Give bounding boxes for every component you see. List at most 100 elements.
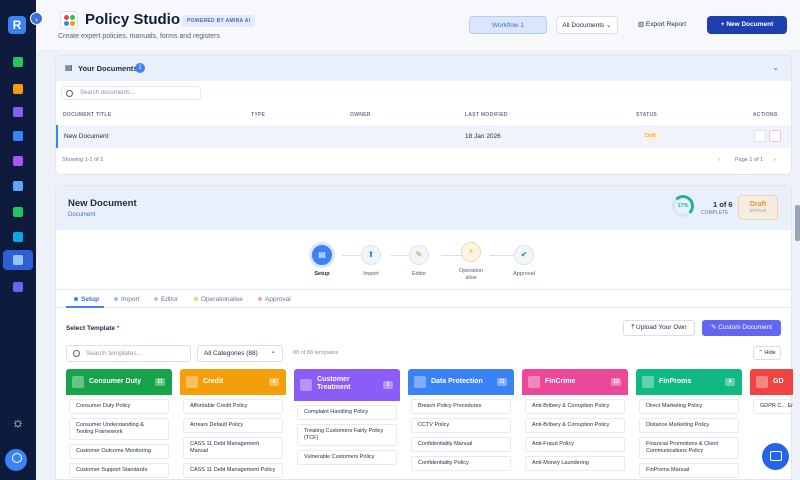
new-document-button[interactable]: + New Document — [707, 16, 787, 34]
user-avatar[interactable] — [5, 449, 27, 471]
category-icon — [642, 376, 654, 388]
template-item[interactable]: Anti-Bribery & Corruption Policy — [525, 418, 625, 433]
your-documents-panel: ▤ Your Documents 1 ⌄ Search documents...… — [55, 55, 792, 175]
category-header[interactable]: Data Protection 11 — [408, 369, 514, 395]
column-header-title[interactable]: DOCUMENT TITLE — [63, 112, 111, 118]
template-item[interactable]: Vulnerable Customers Policy — [297, 450, 397, 465]
step-setup[interactable]: ▤ Setup — [302, 245, 342, 278]
step-approval[interactable]: ✔ Approval — [504, 245, 544, 278]
document-search-input[interactable]: Search documents... — [61, 86, 201, 100]
tab-approval[interactable]: Approval — [258, 296, 291, 303]
editor-step-icon: ✎ — [409, 245, 429, 265]
category-header[interactable]: FinProms 4 — [636, 369, 742, 395]
tab-import[interactable]: Import — [114, 296, 139, 303]
rail-item-buildings[interactable] — [9, 80, 27, 98]
tab-setup[interactable]: Setup — [74, 296, 99, 303]
template-item[interactable]: Confidentiality Manual — [411, 437, 511, 452]
template-item[interactable]: Anti-Money Laundering — [525, 456, 625, 471]
template-item[interactable]: Distance Marketing Policy — [639, 418, 739, 433]
category-icon — [414, 376, 426, 388]
tab-label: Editor — [161, 296, 178, 303]
template-item[interactable]: GDPR C... Employe... — [753, 399, 793, 414]
category-header[interactable]: GD — [750, 369, 793, 395]
column-header-last-modified[interactable]: LAST MODIFIED — [465, 112, 508, 118]
tab-label: Approval — [265, 296, 291, 303]
column-header-owner[interactable]: OWNER — [350, 112, 371, 118]
template-item[interactable]: Anti-Fraud Policy — [525, 437, 625, 452]
table-row[interactable]: New Document 18 Jan 2026 Draft — [56, 125, 791, 148]
upload-label: Upload Your Own — [636, 324, 687, 331]
chat-button[interactable] — [762, 443, 789, 470]
doc-title-cell[interactable]: New Document — [64, 133, 108, 140]
template-item[interactable]: CCTV Policy — [411, 418, 511, 433]
prev-page-icon[interactable]: ‹ — [718, 157, 720, 163]
tab-operationalise[interactable]: Operationalise — [194, 296, 243, 303]
template-item[interactable]: FinProms Manual — [639, 463, 739, 478]
step-operationalise[interactable]: ⚡ Operationalise — [451, 242, 491, 282]
template-item[interactable]: Affordable Credit Policy — [183, 399, 283, 414]
download-icon[interactable] — [754, 130, 766, 142]
rail-item-shield[interactable] — [9, 127, 27, 145]
hide-button[interactable]: ⌃ Hide — [753, 346, 781, 360]
template-item[interactable]: Customer Support Standards — [69, 463, 169, 478]
column-header-type[interactable]: TYPE — [251, 112, 265, 118]
delete-icon[interactable] — [769, 130, 781, 142]
category-header[interactable]: Consumer Duty 11 — [66, 369, 172, 395]
rail-item-files[interactable] — [9, 152, 27, 170]
template-item[interactable]: Consumer Understanding & Testing Framewo… — [69, 418, 169, 440]
step-label: Approval — [513, 271, 535, 277]
new-document-panel: New Document Document 17% 1 of 6 COMPLET… — [55, 185, 793, 480]
progress-label: COMPLETE — [701, 210, 729, 216]
showing-count: Showing 1-1 of 1 — [62, 157, 104, 163]
category-header[interactable]: FinCrime 13 — [522, 369, 628, 395]
collapse-sidebar-button[interactable]: › — [30, 12, 43, 25]
document-filter-select[interactable]: All Documents ⌄ — [556, 16, 618, 34]
template-item[interactable]: CASS 11 Debt Management Manual — [183, 437, 283, 459]
rail-item-users[interactable] — [9, 103, 27, 121]
category-select[interactable]: All Categories (88) — [197, 344, 283, 362]
theme-toggle-sun-icon[interactable]: ☼ — [10, 414, 26, 430]
template-item[interactable]: Complaint Handling Policy — [297, 405, 397, 420]
step-import[interactable]: ⬆ Import — [351, 245, 391, 278]
template-item[interactable]: Financial Promotions & Client Communicat… — [639, 437, 739, 459]
category-count: 13 — [611, 378, 621, 386]
app-logo[interactable]: R — [8, 16, 26, 34]
rail-item-money[interactable] — [9, 203, 27, 221]
template-item[interactable]: Treating Customers Fairly Policy (TCF) — [297, 424, 397, 446]
status-box: Draft STATUS — [738, 195, 778, 220]
rail-item-reports[interactable] — [9, 278, 27, 296]
template-item[interactable]: Confidentiality Policy — [411, 456, 511, 471]
template-item[interactable]: Breach Policy Procedures — [411, 399, 511, 414]
progress-ring: 17% — [672, 195, 694, 217]
export-report-button[interactable]: ▥ Export Report — [631, 16, 693, 34]
category-column: Customer Treatment 3 Complaint Handling P… — [294, 369, 400, 480]
scrollbar-thumb[interactable] — [795, 205, 800, 241]
template-search-input[interactable]: Search templates... — [66, 345, 191, 362]
template-item[interactable]: Customer Outcome Monitoring — [69, 444, 169, 459]
rail-item-analytics[interactable] — [9, 228, 27, 246]
your-documents-header[interactable]: ▤ Your Documents 1 ⌄ — [56, 56, 791, 81]
template-item[interactable]: Arrears Default Policy — [183, 418, 283, 433]
required-asterisk: * — [116, 325, 120, 332]
custom-document-button[interactable]: ✎ Custom Document — [702, 320, 781, 336]
template-item[interactable]: CASS 11 Debt Management Policy — [183, 463, 283, 478]
category-header[interactable]: Credit 4 — [180, 369, 286, 395]
category-icon — [72, 376, 84, 388]
category-header[interactable]: Customer Treatment 3 — [294, 369, 400, 401]
workflow-button[interactable]: Workflow 1 — [469, 16, 547, 34]
next-page-icon[interactable]: › — [774, 157, 776, 163]
step-editor[interactable]: ✎ Editor — [399, 245, 439, 278]
category-column: Data Protection 11 Breach Policy Procedur… — [408, 369, 514, 480]
template-item[interactable]: Anti-Bribery & Corruption Policy — [525, 399, 625, 414]
left-nav-rail: R › ☼ — [0, 0, 43, 480]
rail-item-documents[interactable] — [9, 53, 27, 71]
collapse-chevron-icon[interactable]: ⌄ — [772, 63, 779, 72]
template-item[interactable]: Consumer Duty Policy — [69, 399, 169, 414]
template-item[interactable]: Direct Marketing Policy — [639, 399, 739, 414]
column-header-status[interactable]: STATUS — [636, 112, 657, 118]
check-icon: ✔ — [514, 245, 534, 265]
chevron-down-icon: ⌄ — [606, 22, 612, 29]
rail-item-dashboard[interactable] — [9, 177, 27, 195]
upload-your-own-button[interactable]: ⤒ Upload Your Own — [623, 320, 695, 336]
tab-editor[interactable]: Editor — [154, 296, 178, 303]
